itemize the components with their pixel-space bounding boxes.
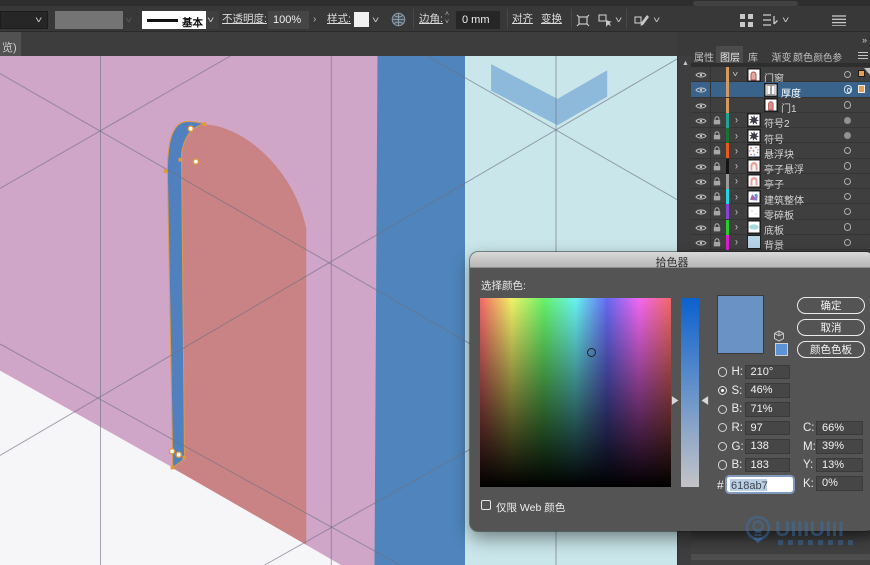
svg-text:UIIIUIII: UIIIUIII [775,518,844,541]
